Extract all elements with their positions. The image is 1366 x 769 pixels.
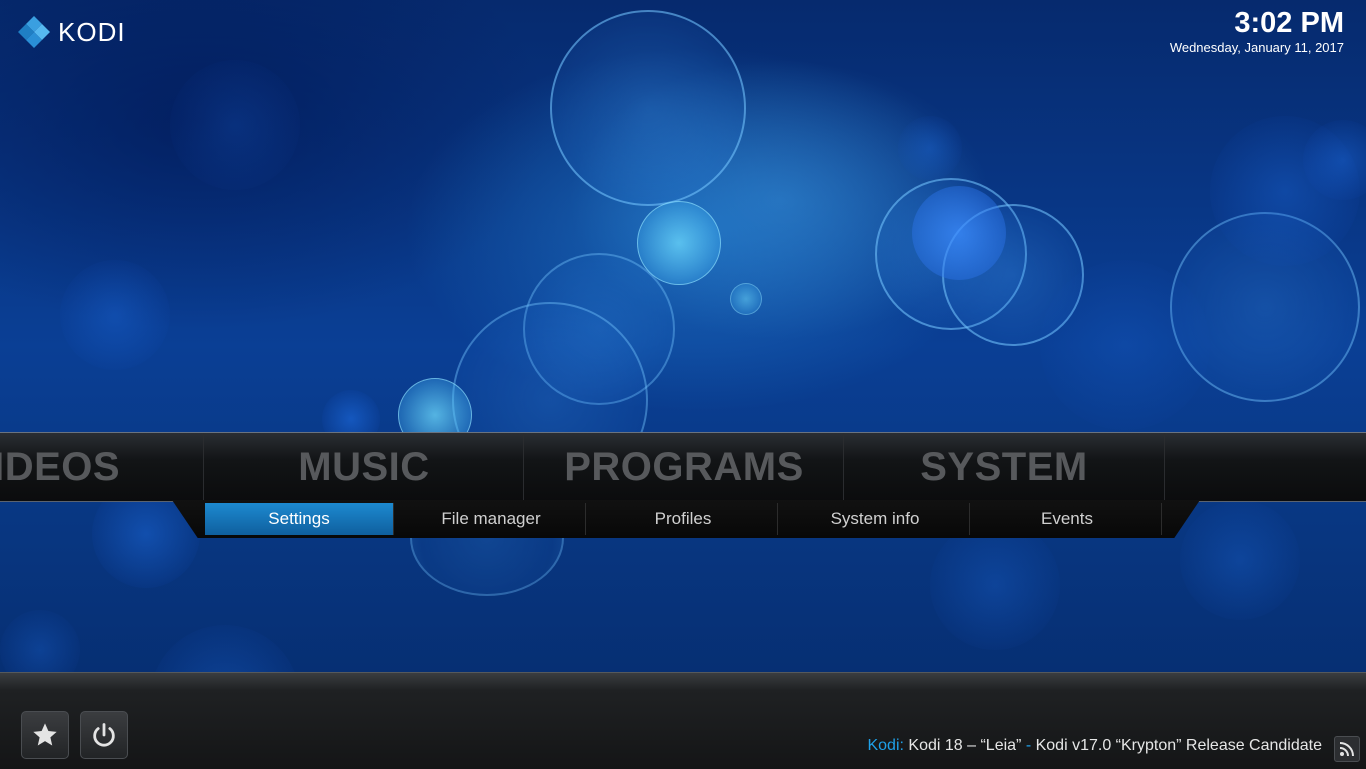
sub-menu-item-profiles[interactable]: Profiles xyxy=(589,503,778,535)
ticker-source: Kodi: xyxy=(867,737,904,754)
sub-menu-label: File manager xyxy=(441,509,541,528)
sub-menu-item-events[interactable]: Events xyxy=(973,503,1162,535)
favourites-button[interactable] xyxy=(21,711,69,759)
background-wallpaper xyxy=(0,0,1366,768)
main-menu-label: VIDEOS xyxy=(0,444,121,489)
ticker-separator: - xyxy=(1025,737,1032,754)
kodi-logo: KODI xyxy=(16,14,126,50)
sub-menu: Settings File manager Profiles System in… xyxy=(172,500,1200,538)
ticker-headline: Kodi 18 – “Leia” xyxy=(908,737,1022,754)
sub-menu-label: Profiles xyxy=(654,509,712,528)
main-menu-item-programs[interactable]: PROGRAMS xyxy=(523,433,844,501)
kodi-logo-icon xyxy=(16,14,52,50)
main-menu-item-system[interactable]: SYSTEM xyxy=(843,433,1165,501)
power-icon xyxy=(93,723,115,747)
sub-menu-label: System info xyxy=(830,509,920,528)
clock-date: Wednesday, January 11, 2017 xyxy=(1169,40,1344,55)
sub-menu-label: Settings xyxy=(268,509,330,528)
clock: 3:02 PM Wednesday, January 11, 2017 xyxy=(1170,6,1344,56)
clock-time: 3:02 PM xyxy=(1234,7,1344,39)
main-menu-label: PROGRAMS xyxy=(564,444,804,489)
rss-ticker: Kodi: Kodi 18 – “Leia” - Kodi v17.0 “Kry… xyxy=(867,737,1322,755)
main-menu: VIDEOS MUSIC PROGRAMS SYSTEM xyxy=(0,432,1366,502)
sub-menu-item-file-manager[interactable]: File manager xyxy=(397,503,586,535)
main-menu-label: MUSIC xyxy=(298,444,430,489)
main-menu-item-videos[interactable]: VIDEOS xyxy=(0,433,203,501)
footer-bar: Kodi: Kodi 18 – “Leia” - Kodi v17.0 “Kry… xyxy=(0,672,1366,769)
power-button[interactable] xyxy=(80,711,128,759)
sub-menu-label: Events xyxy=(1041,509,1093,528)
sub-menu-item-settings[interactable]: Settings xyxy=(205,503,394,535)
sub-menu-item-system-info[interactable]: System info xyxy=(781,503,970,535)
logo-text: KODI xyxy=(58,16,126,47)
rss-icon[interactable] xyxy=(1334,736,1360,762)
main-menu-label: SYSTEM xyxy=(920,444,1088,489)
main-menu-item-music[interactable]: MUSIC xyxy=(203,433,524,501)
ticker-headline: Kodi v17.0 “Krypton” Release Candidate xyxy=(1035,737,1322,754)
star-icon xyxy=(33,723,57,746)
